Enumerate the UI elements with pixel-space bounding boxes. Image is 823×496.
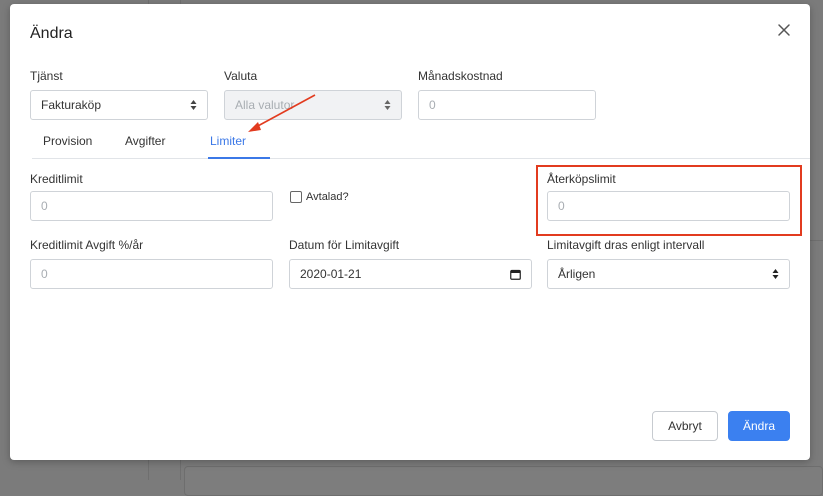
fee-date-value: 2020-01-21 — [300, 267, 362, 281]
tab-provision[interactable]: Provision — [43, 134, 92, 148]
background-divider — [810, 240, 823, 241]
interval-value: Årligen — [558, 267, 596, 281]
monthly-cost-label: Månadskostnad — [418, 69, 503, 83]
interval-select[interactable]: Årligen — [547, 259, 790, 289]
credit-limit-label: Kreditlimit — [30, 172, 83, 186]
monthly-cost-input[interactable] — [418, 90, 596, 120]
service-value: Fakturaköp — [41, 98, 102, 112]
edit-modal: Ändra Tjänst Fakturaköp Valuta Alla valu… — [10, 4, 810, 460]
credit-fee-label: Kreditlimit Avgift %/år — [30, 238, 144, 252]
close-icon[interactable] — [776, 22, 792, 38]
agreed-checkbox[interactable] — [290, 191, 302, 203]
fee-date-label: Datum för Limitavgift — [289, 238, 400, 252]
select-updown-icon — [384, 100, 391, 110]
currency-placeholder: Alla valutor — [235, 98, 295, 112]
service-select[interactable]: Fakturaköp — [30, 90, 208, 120]
background-divider — [148, 460, 149, 480]
currency-select[interactable]: Alla valutor — [224, 90, 402, 120]
credit-limit-input[interactable] — [30, 191, 273, 221]
tab-avgifter[interactable]: Avgifter — [125, 134, 165, 148]
submit-button[interactable]: Ändra — [728, 411, 790, 441]
agreed-checkbox-row[interactable]: Avtalad? — [290, 191, 349, 203]
tab-limiter[interactable]: Limiter — [210, 134, 246, 148]
agreed-label: Avtalad? — [306, 191, 349, 203]
interval-label: Limitavgift dras enligt intervall — [547, 238, 705, 252]
annotation-highlight-box — [536, 165, 802, 236]
background-card — [184, 466, 823, 496]
select-updown-icon — [190, 100, 197, 110]
select-updown-icon — [772, 269, 779, 279]
currency-label: Valuta — [224, 69, 258, 83]
fee-date-input[interactable]: 2020-01-21 — [289, 259, 532, 289]
modal-title: Ändra — [30, 25, 73, 42]
active-tab-indicator — [208, 157, 270, 159]
background-divider — [180, 460, 181, 480]
tab-bar: Provision Avgifter Limiter — [32, 128, 810, 159]
cancel-button[interactable]: Avbryt — [652, 411, 718, 441]
credit-fee-input[interactable] — [30, 259, 273, 289]
calendar-icon[interactable] — [510, 269, 521, 280]
service-label: Tjänst — [30, 69, 63, 83]
